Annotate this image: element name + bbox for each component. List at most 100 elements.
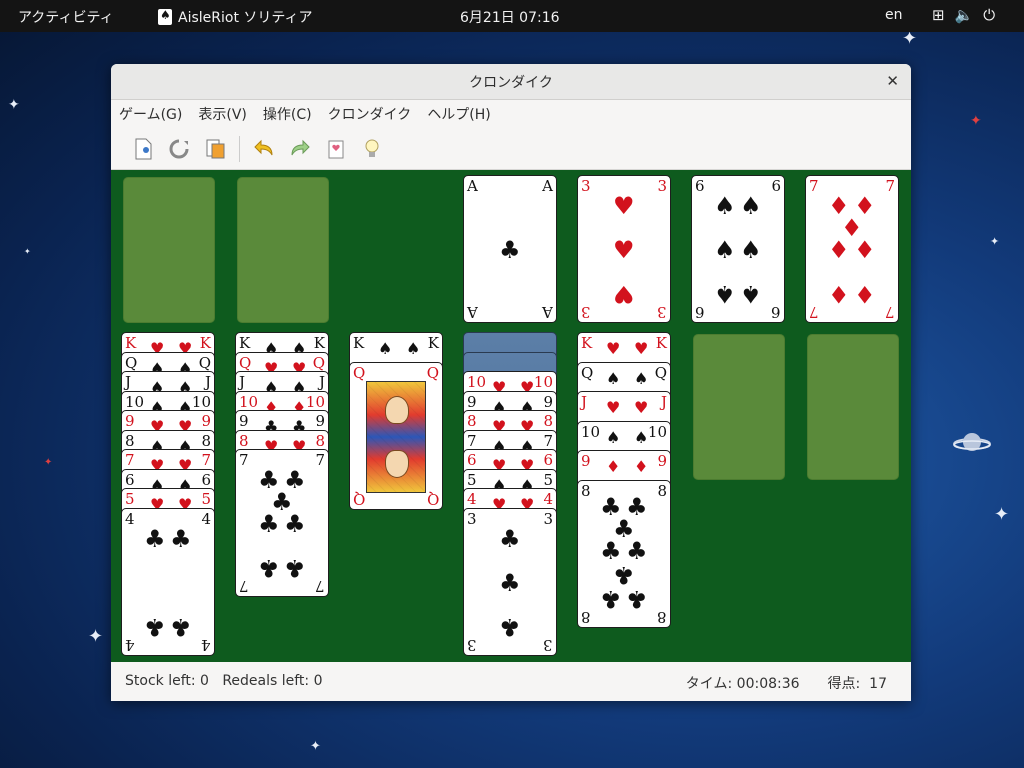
app-menu[interactable]: AisleRiot ソリティア	[158, 7, 313, 27]
card-rank: 5	[467, 471, 477, 489]
card-rank: 3	[657, 303, 667, 321]
card-rank: 8	[657, 482, 667, 500]
foundation-card[interactable]: 7 7 ♦ ♦ ♦ ♦ ♦ ♦ ♦ 7 7	[805, 175, 899, 323]
suit-pip-icon: ♣	[626, 537, 648, 565]
card-rank: 7	[809, 303, 819, 321]
card-rank: Q	[125, 354, 138, 372]
suit-pip-icon: ♣	[144, 613, 166, 641]
suit-pip-icon: ♦	[634, 457, 649, 476]
planet-icon	[953, 433, 991, 451]
suit-pip-icon: ♥	[613, 236, 635, 264]
system-menu[interactable]: ⊞ 🔈 ⏻	[932, 6, 995, 24]
menu-klondike[interactable]: クロンダイク	[328, 104, 412, 124]
card-rank: J	[581, 393, 588, 411]
menu-help[interactable]: ヘルプ(H)	[427, 104, 490, 124]
foundation-card[interactable]: 3 3 ♥ ♥ ♥ 3 3	[577, 175, 671, 323]
clock[interactable]: 6月21日 07:16	[460, 7, 560, 27]
toolbar	[111, 128, 911, 170]
card-rank: Q	[312, 354, 325, 372]
suit-pip-icon: ♠	[740, 192, 762, 220]
card-rank: A	[467, 303, 478, 321]
card-rank: 9	[239, 412, 249, 430]
suit-pip-icon: ♠	[740, 280, 762, 308]
card-rank: 8	[657, 608, 667, 626]
time-value: 00:08:36	[736, 676, 800, 692]
card-rank: 10	[467, 373, 487, 391]
suit-pip-icon: ♠	[740, 236, 762, 264]
undo-icon[interactable]	[246, 134, 282, 164]
card-rank: 10	[305, 393, 325, 411]
card-rank: 8	[581, 608, 591, 626]
tableau-card[interactable]: 4 4 ♣ ♣ ♣ ♣ 4 4	[121, 508, 215, 656]
foundation-card[interactable]: A A ♣ A A	[463, 175, 557, 323]
card-rank: K	[655, 334, 667, 352]
suit-pip-icon: ♣	[499, 236, 521, 264]
hint-icon[interactable]	[354, 134, 390, 164]
suit-pip-icon: ♣	[144, 525, 166, 553]
window-title: クロンダイク	[469, 74, 553, 91]
suit-pip-icon: ♣	[600, 537, 622, 565]
star-icon: ✦	[24, 247, 31, 256]
card-rank: 7	[467, 432, 477, 450]
card-rank: 9	[657, 452, 667, 470]
stock-left: Stock left: 0	[125, 673, 209, 689]
foundation-card[interactable]: 6 6 ♠ ♠ ♠ ♠ ♠ ♠ 6 6	[691, 175, 785, 323]
power-icon: ⏻	[983, 6, 996, 24]
star-icon: ✦	[8, 97, 20, 113]
card-rank: 8	[125, 432, 135, 450]
card-rank: J	[660, 393, 667, 411]
card-rank: 6	[695, 303, 705, 321]
card-rank: 8	[239, 432, 249, 450]
restart-icon[interactable]	[161, 134, 197, 164]
card-rank: Q	[426, 364, 439, 382]
tableau-card[interactable]: Q Q Q Q	[349, 362, 443, 510]
card-rank: K	[199, 334, 211, 352]
new-game-icon[interactable]	[125, 134, 161, 164]
suit-pip-icon: ♦	[828, 236, 850, 264]
tableau-empty-slot[interactable]	[807, 334, 899, 480]
card-rank: 7	[239, 577, 249, 595]
card-rank: 9	[125, 412, 135, 430]
star-icon: ✦	[994, 504, 1010, 525]
tableau-card[interactable]: 7 7 ♣ ♣ ♣ ♣ ♣ ♣ ♣ 7 7	[235, 449, 329, 597]
card-rank: 10	[125, 393, 145, 411]
menu-control[interactable]: 操作(C)	[263, 104, 312, 124]
menu-view[interactable]: 表示(V)	[198, 104, 247, 124]
deal-icon[interactable]	[318, 134, 354, 164]
card-rank: 6	[771, 303, 781, 321]
suit-pip-icon: ♣	[284, 554, 306, 582]
game-table[interactable]: A A ♣ A A 3 3 ♥ ♥ ♥ 3 3 6 6 ♠ ♠ ♠ ♠ ♠ ♠ 6 6 7 7 ♦ ♦ ♦ ♦ ♦ ♦ ♦ 7 7 K K ♥ ♥ Q Q ♠…	[111, 170, 911, 662]
tableau-card[interactable]: 3 3 ♣ ♣ ♣ 3 3	[463, 508, 557, 656]
card-rank: 9	[543, 393, 553, 411]
suit-pip-icon: ♠	[634, 369, 649, 388]
suit-pip-icon: ♥	[634, 339, 649, 358]
suit-pip-icon: ♣	[499, 525, 521, 553]
card-rank: 10	[191, 393, 211, 411]
star-icon: ✦	[88, 626, 104, 647]
activities-button[interactable]: アクティビティ	[18, 7, 114, 27]
tableau-empty-slot[interactable]	[693, 334, 785, 480]
suit-pip-icon: ♣	[600, 585, 622, 613]
waste-slot[interactable]	[237, 177, 329, 323]
suit-pip-icon: ♣	[258, 554, 280, 582]
redo-icon[interactable]	[282, 134, 318, 164]
menu-game[interactable]: ゲーム(G)	[119, 104, 182, 124]
suit-pip-icon: ♣	[170, 613, 192, 641]
suit-pip-icon: ♠	[634, 428, 649, 447]
solitaire-window: クロンダイク ✕ ゲーム(G) 表示(V) 操作(C) クロンダイク ヘルプ(H…	[111, 64, 911, 701]
suit-pip-icon: ♦	[854, 236, 876, 264]
card-rank: J	[125, 373, 132, 391]
input-language[interactable]: en	[885, 7, 903, 23]
card-rank: 4	[201, 636, 211, 654]
card-rank: 3	[467, 510, 477, 528]
select-game-icon[interactable]	[197, 134, 233, 164]
stock-slot[interactable]	[123, 177, 215, 323]
suit-pip-icon: ♠	[714, 280, 736, 308]
close-icon[interactable]: ✕	[886, 72, 899, 90]
tableau-card[interactable]: 8 8 ♣ ♣ ♣ ♣ ♣ ♣ ♣ ♣ 8 8	[577, 480, 671, 628]
card-rank: 4	[201, 510, 211, 528]
star-icon: ✦	[310, 739, 321, 754]
card-rank: Q	[353, 364, 366, 382]
star-icon: ✦	[44, 457, 53, 468]
suit-pip-icon: ♦	[606, 457, 621, 476]
